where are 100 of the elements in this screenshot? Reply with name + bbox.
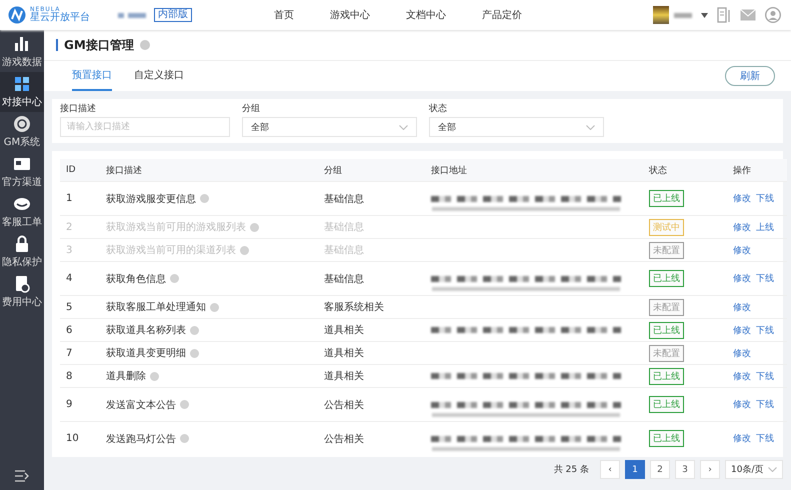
table-cell: 10: [60, 422, 100, 455]
action-link[interactable]: 下线: [756, 274, 774, 284]
blurred-breadcrumb: [118, 12, 146, 18]
status-tag: 未配置: [649, 344, 684, 362]
chevron-icon: [399, 124, 408, 130]
description-text: 获取游戏服变更信息: [106, 192, 196, 206]
grid-icon: [13, 75, 31, 93]
help-icon[interactable]: [140, 40, 150, 50]
table-cell: 基础信息: [318, 216, 425, 238]
description-text: 获取游戏当前可用的渠道列表: [106, 244, 236, 257]
status-tag: 未配置: [649, 242, 684, 258]
table-cell: 公告相关: [318, 422, 425, 455]
sidebar-item[interactable]: 游戏数据: [0, 32, 44, 72]
description-text: 获取道具变更明细: [106, 346, 186, 360]
description-text: 发送富文本公告: [106, 398, 176, 412]
tab[interactable]: 预置接口: [72, 61, 112, 91]
info-icon[interactable]: [180, 400, 189, 409]
bar-chart-icon: [13, 35, 31, 53]
sidebar-item[interactable]: 官方渠道: [0, 152, 44, 192]
lock-icon: [13, 235, 31, 253]
user-icon[interactable]: [765, 7, 781, 23]
sidebar-item[interactable]: 客服工单: [0, 192, 44, 232]
next-page-button[interactable]: ›: [700, 460, 720, 479]
info-icon[interactable]: [150, 372, 159, 380]
chevron-icon: [586, 124, 595, 130]
action-link[interactable]: 修改: [733, 400, 751, 410]
nav-link[interactable]: 产品定价: [482, 8, 522, 22]
table-cell: 基础信息: [318, 182, 425, 216]
nav-link[interactable]: 首页: [274, 8, 294, 22]
info-icon[interactable]: [200, 194, 209, 203]
description-text: 获取角色信息: [106, 272, 166, 286]
table-cell: 公告相关: [318, 388, 425, 422]
action-link[interactable]: 下线: [756, 372, 774, 382]
table-header: ID 接口描述 分组 接口地址 状态 操作: [60, 159, 787, 182]
action-link[interactable]: 下线: [756, 326, 774, 336]
page-button[interactable]: 3: [675, 460, 695, 479]
action-link[interactable]: 修改: [733, 194, 751, 204]
select-field[interactable]: 全部: [429, 117, 604, 137]
circle-icon: [13, 115, 31, 133]
description-input[interactable]: 请输入接口描述: [60, 117, 230, 137]
action-link[interactable]: 修改: [733, 348, 751, 358]
tab[interactable]: 自定义接口: [134, 61, 184, 91]
table-cell: 客服系统相关: [318, 296, 425, 318]
info-icon[interactable]: [190, 348, 199, 358]
action-link[interactable]: 下线: [756, 434, 774, 444]
mail-icon[interactable]: [740, 9, 756, 21]
filter-label: 分组: [242, 103, 261, 115]
page-button[interactable]: 2: [650, 460, 670, 479]
collapse-icon[interactable]: [14, 470, 30, 482]
action-link[interactable]: 修改: [733, 302, 751, 312]
table-cell: 基础信息: [318, 262, 425, 296]
action-link[interactable]: 修改: [733, 372, 751, 382]
info-icon[interactable]: [180, 434, 189, 443]
page-button[interactable]: 1: [625, 460, 645, 479]
edition-badge: 内部版: [154, 8, 192, 22]
blurred-username: [674, 12, 692, 18]
description-text: 获取道具名称列表: [106, 324, 186, 337]
table-cell: 道具相关: [318, 318, 425, 342]
prev-page-button[interactable]: ‹: [600, 460, 620, 479]
action-link[interactable]: 下线: [756, 400, 774, 410]
select-field[interactable]: 全部: [242, 117, 417, 137]
table-cell: 5: [60, 296, 100, 318]
info-icon[interactable]: [190, 326, 199, 334]
nav-link[interactable]: 文档中心: [406, 8, 446, 22]
status-tag: 已上线: [649, 190, 684, 207]
status-tag: 测试中: [649, 218, 684, 236]
table-cell: 8: [60, 364, 100, 388]
action-link[interactable]: 修改: [733, 326, 751, 336]
status-tag: 已上线: [649, 322, 684, 338]
bill-icon: [13, 275, 31, 293]
refresh-button[interactable]: 刷新: [725, 66, 775, 86]
table-cell: 道具相关: [318, 342, 425, 364]
action-link[interactable]: 修改: [733, 434, 751, 444]
table-cell: 6: [60, 318, 100, 342]
table-cell: 4: [60, 262, 100, 296]
info-icon[interactable]: [170, 274, 179, 283]
description-text: 获取客服工单处理通知: [106, 300, 206, 314]
description-text: 获取游戏当前可用的游戏服列表: [106, 220, 246, 234]
action-link[interactable]: 下线: [756, 194, 774, 204]
action-link[interactable]: 修改: [733, 274, 751, 284]
sidebar-item[interactable]: 隐私保护: [0, 232, 44, 272]
nav-link[interactable]: 游戏中心: [330, 8, 370, 22]
page-size-select[interactable]: 10条/页: [725, 460, 783, 479]
status-tag: 已上线: [649, 430, 684, 447]
table-cell: 3: [60, 238, 100, 262]
description-text: 发送跑马灯公告: [106, 432, 176, 446]
filter-label: 接口描述: [60, 103, 97, 115]
caret-icon[interactable]: [701, 12, 708, 18]
description-text: 道具删除: [106, 370, 146, 383]
sidebar-item[interactable]: GM系统: [0, 112, 44, 152]
info-icon[interactable]: [210, 302, 219, 312]
sidebar-item[interactable]: 对接中心: [0, 72, 44, 112]
table-cell: 基础信息: [318, 238, 425, 262]
table-cell: 2: [60, 216, 100, 238]
logo-name: 星云开放平台: [30, 13, 90, 23]
table-cell: 9: [60, 388, 100, 422]
document-icon[interactable]: [717, 7, 731, 23]
sidebar-item[interactable]: 费用中心: [0, 272, 44, 312]
avatar-placeholder[interactable]: [653, 6, 669, 24]
total-count: 共 25 条: [554, 464, 589, 476]
